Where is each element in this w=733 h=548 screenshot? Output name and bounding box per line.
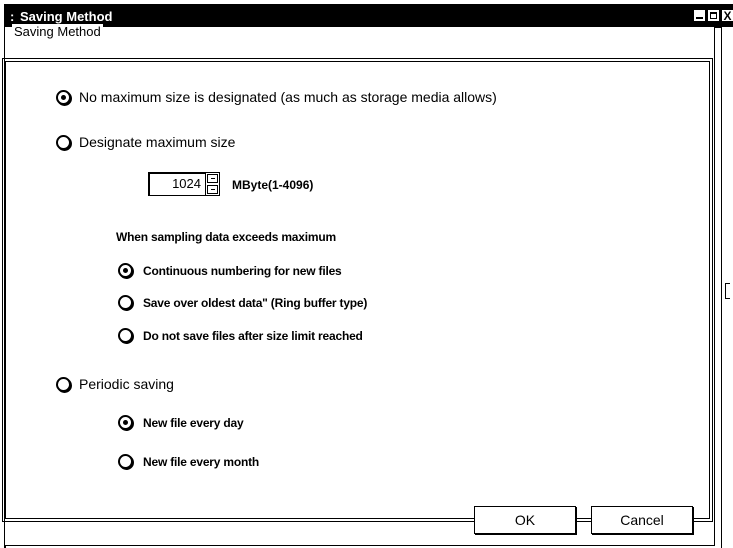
radio-continuous[interactable] xyxy=(118,263,133,278)
stepper-down-icon[interactable] xyxy=(207,185,218,194)
option-periodic-label: Periodic saving xyxy=(79,376,174,392)
maximize-button[interactable] xyxy=(708,10,719,21)
cancel-button[interactable]: Cancel xyxy=(591,506,693,534)
radio-do-not-save[interactable] xyxy=(118,328,133,343)
radio-designate-max[interactable] xyxy=(56,134,71,150)
option-save-over[interactable]: Save over oldest data" (Ring buffer type… xyxy=(118,295,367,310)
option-do-not-save[interactable]: Do not save files after size limit reach… xyxy=(118,328,363,343)
stepper-buttons[interactable] xyxy=(206,172,220,196)
max-size-unit-label: MByte(1-4096) xyxy=(232,178,314,192)
panel-bracket-icon xyxy=(725,283,730,299)
option-every-month-label: New file every month xyxy=(143,454,260,469)
option-designate-max[interactable]: Designate maximum size xyxy=(56,134,235,150)
option-continuous-label: Continuous numbering for new files xyxy=(143,263,342,278)
right-side-panel xyxy=(721,26,733,548)
group-legend: Saving Method xyxy=(12,24,103,40)
radio-periodic[interactable] xyxy=(56,376,71,392)
radio-save-over[interactable] xyxy=(118,295,133,310)
stepper-up-icon[interactable] xyxy=(207,174,218,183)
option-continuous[interactable]: Continuous numbering for new files xyxy=(118,263,342,278)
option-periodic[interactable]: Periodic saving xyxy=(56,376,174,392)
option-designate-max-label: Designate maximum size xyxy=(79,134,236,150)
radio-no-max[interactable] xyxy=(56,89,71,105)
option-save-over-label: Save over oldest data" (Ring buffer type… xyxy=(143,295,368,310)
exceed-heading: When sampling data exceeds maximum xyxy=(116,230,336,244)
title-bar: : Saving Method X xyxy=(6,6,733,28)
window-title: Saving Method xyxy=(20,9,113,24)
saving-method-group xyxy=(2,58,713,522)
minimize-button[interactable] xyxy=(694,10,705,21)
max-size-stepper[interactable]: 1024 xyxy=(148,172,220,196)
max-size-input[interactable]: 1024 xyxy=(148,172,206,196)
option-no-max-label: No maximum size is designated (as much a… xyxy=(79,89,497,105)
title-grip-icon: : xyxy=(10,9,15,24)
close-button[interactable]: X xyxy=(722,10,733,21)
option-no-max[interactable]: No maximum size is designated (as much a… xyxy=(56,89,497,105)
option-every-day[interactable]: New file every day xyxy=(118,415,244,430)
ok-button[interactable]: OK xyxy=(474,506,576,534)
radio-every-month[interactable] xyxy=(118,454,133,469)
option-every-month[interactable]: New file every month xyxy=(118,454,259,469)
option-every-day-label: New file every day xyxy=(143,415,244,430)
option-do-not-save-label: Do not save files after size limit reach… xyxy=(143,328,363,343)
radio-every-day[interactable] xyxy=(118,415,133,430)
